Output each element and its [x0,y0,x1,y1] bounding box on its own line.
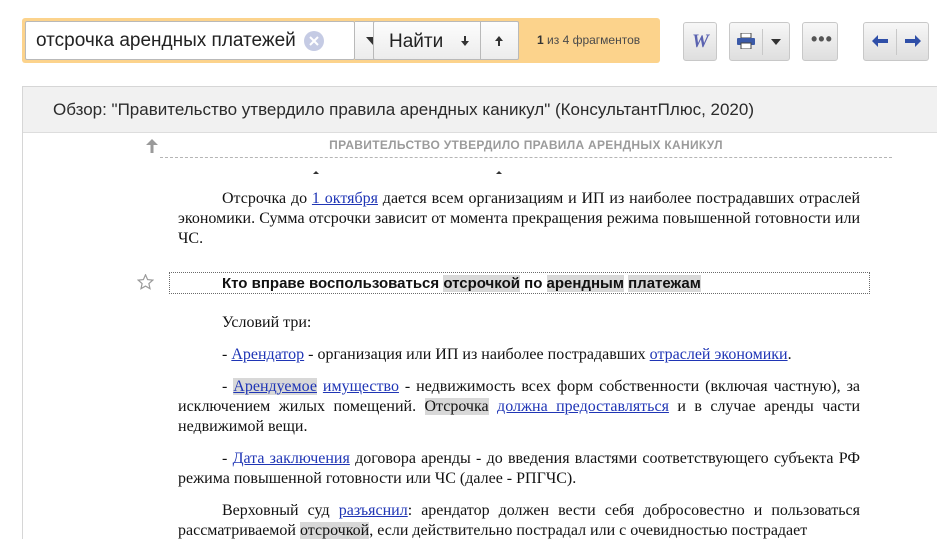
paragraph: Условий три: [222,314,312,331]
print-separator [762,29,763,55]
star-icon[interactable] [137,274,154,290]
search-highlight: отсрочкой [300,522,370,539]
link-dolzhna[interactable]: должна предоставляться [497,398,669,415]
text: - [222,346,232,363]
chevron-down-icon[interactable] [771,39,781,45]
document-body: Отсрочка до 1 октября дается всем органи… [178,189,860,539]
nav-separator [896,29,897,55]
link-imushchestvo[interactable]: имущество [323,378,399,395]
find-label: Найти [389,31,444,52]
text: - [222,378,234,395]
arrow-right-icon[interactable] [905,35,921,47]
text: . [787,346,792,363]
paragraph: - Дата заключения договора аренды - до в… [178,449,860,489]
arrow-left-icon[interactable] [872,35,888,47]
section-caption: ПРАВИТЕЛЬСТВО УТВЕРДИЛО ПРАВИЛА АРЕНДНЫХ… [329,138,723,152]
search-input[interactable] [36,28,301,54]
document-title: Обзор: "Правительство утвердило правила … [53,100,754,119]
find-next-button[interactable]: Найти [373,21,481,60]
text: - организация или ИП из наиболее пострад… [304,346,650,363]
divider-tick [496,171,502,174]
more-icon: ••• [811,29,833,49]
match-counter: 1 из 4 фрагментов [537,33,640,47]
divider-tick [313,171,319,174]
search-box [25,21,355,60]
link-arendator[interactable]: Арендатор [231,346,304,363]
text: Верховный суд [222,502,339,519]
link-razyasnil[interactable]: разъяснил [339,502,408,519]
find-previous-button[interactable] [481,21,519,60]
paragraph: - Арендатор - организация или ИП из наиб… [178,345,860,365]
link-data-zaklyucheniya[interactable]: Дата заключения [233,450,350,467]
search-highlight: Отсрочка [424,398,489,415]
word-icon: W [692,31,709,52]
print-button[interactable] [729,22,790,61]
text: - [222,450,233,467]
link-otrasli[interactable]: отраслей экономики [650,346,788,363]
paragraph: Отсрочка до 1 октября дается всем органи… [178,189,860,249]
heading-spacer [178,261,860,313]
clear-icon [309,36,319,46]
arrow-up-icon [495,36,503,46]
navigation-buttons [863,22,929,61]
match-counter-rest: из 4 фрагментов [547,33,641,47]
link-arenduemoe[interactable]: Арендуемое [233,378,317,395]
printer-icon [737,33,755,49]
link-october-1[interactable]: 1 октября [312,190,378,207]
more-button[interactable]: ••• [802,22,838,61]
export-word-button[interactable]: W [683,22,717,61]
paragraph: Верховный суд разъяснил: арендатор долже… [178,501,860,539]
match-counter-current: 1 [537,33,544,47]
text: Отсрочка до [222,190,312,207]
clear-search-button[interactable] [304,31,324,51]
paragraph: - Арендуемое имущество - недвижимость вс… [178,377,860,437]
text: , если действительно пострадал или с оче… [369,522,808,539]
scroll-up-icon[interactable] [146,139,158,153]
arrow-down-icon [461,36,469,46]
text [489,398,497,415]
document-header: Обзор: "Правительство утвердило правила … [23,87,937,133]
search-panel: Найти 1 из 4 фрагментов [22,18,660,63]
section-divider [160,157,892,158]
